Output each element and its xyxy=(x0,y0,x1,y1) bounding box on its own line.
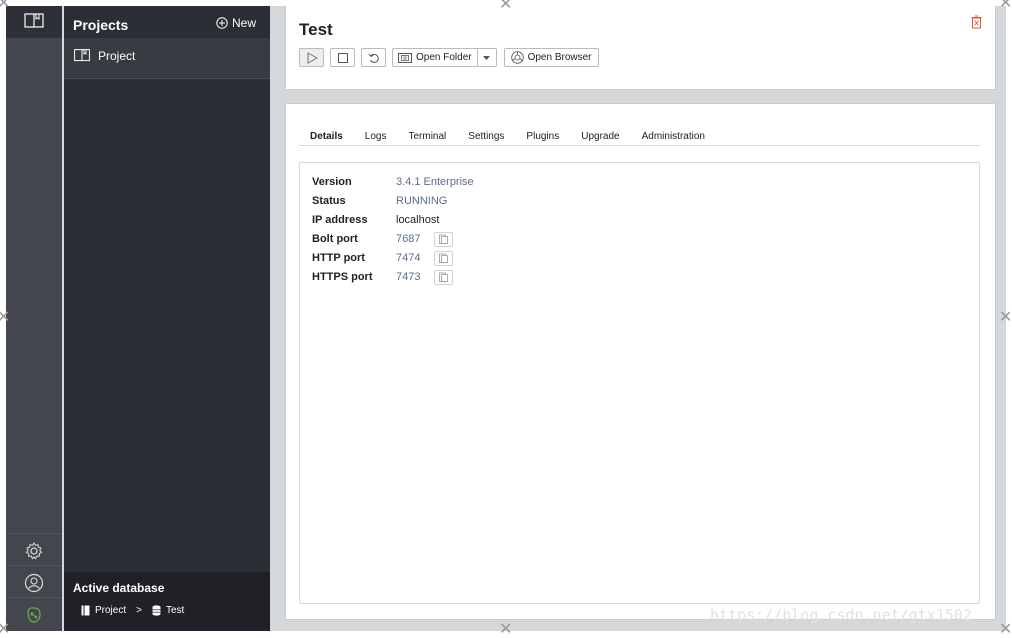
undo-icon xyxy=(368,53,379,63)
detail-row-version: Version 3.4.1 Enterprise xyxy=(312,173,474,191)
crop-mark: ✕ xyxy=(499,621,513,638)
neo4j-logo-icon xyxy=(27,607,41,623)
gear-icon xyxy=(25,542,43,560)
detail-value: 7474 xyxy=(396,252,421,264)
projects-title: Projects xyxy=(73,17,129,33)
crop-mark: ✕ xyxy=(999,309,1012,326)
open-browser-button[interactable]: Open Browser xyxy=(503,48,599,67)
crop-mark: ✕ xyxy=(0,0,11,12)
brand-button[interactable] xyxy=(6,597,62,631)
database-toolbar: Open Folder Open Browser xyxy=(299,48,599,67)
watermark: https://blog.csdn.net/gtx1502 xyxy=(710,606,972,624)
project-item-label: Project xyxy=(98,49,136,63)
breadcrumb-project[interactable]: Project xyxy=(95,605,126,616)
detail-row-ip: IP address localhost xyxy=(312,211,439,229)
detail-key: Bolt port xyxy=(312,233,358,245)
tab-terminal[interactable]: Terminal xyxy=(397,131,457,145)
tab-bar: Details Logs Terminal Settings Plugins U… xyxy=(299,131,980,146)
stop-icon xyxy=(337,52,348,63)
detail-row-bolt-port: Bolt port 7687 xyxy=(312,230,454,248)
breadcrumb: Project > Test xyxy=(81,605,184,616)
projects-rail-button[interactable] xyxy=(6,6,62,38)
new-project-label: New xyxy=(231,16,256,30)
detail-row-https-port: HTTPS port 7473 xyxy=(312,268,454,286)
detail-key: IP address xyxy=(312,214,368,226)
user-icon xyxy=(24,573,44,593)
book-icon xyxy=(24,13,44,28)
copy-button[interactable] xyxy=(434,269,454,285)
detail-value: 3.4.1 Enterprise xyxy=(396,176,474,188)
tab-administration[interactable]: Administration xyxy=(631,131,716,145)
browser-icon xyxy=(510,51,524,64)
crop-mark: ✕ xyxy=(0,309,11,326)
open-folder-button[interactable]: Open Folder xyxy=(392,48,477,67)
account-button[interactable] xyxy=(6,565,62,598)
copy-button[interactable] xyxy=(434,231,454,247)
detail-key: HTTPS port xyxy=(312,271,373,283)
detail-row-status: Status RUNNING xyxy=(312,192,447,210)
clipboard-icon xyxy=(439,234,449,244)
plus-circle-icon xyxy=(216,17,228,29)
crop-mark: ✕ xyxy=(999,621,1012,638)
copy-button[interactable] xyxy=(434,250,454,266)
breadcrumb-database[interactable]: Test xyxy=(166,605,184,616)
database-title: Test xyxy=(299,20,333,39)
detail-value: 7687 xyxy=(396,233,421,245)
icon-rail xyxy=(6,6,62,631)
tab-details[interactable]: Details xyxy=(299,131,354,145)
clipboard-icon xyxy=(439,272,449,282)
details-panel: Version 3.4.1 Enterprise Status RUNNING … xyxy=(299,162,980,604)
open-folder-dropdown[interactable] xyxy=(476,48,497,67)
projects-panel: Projects New Project Active database Pro… xyxy=(64,6,270,631)
database-header-card: Test Open Folder Open Browser xyxy=(285,6,996,90)
open-browser-label: Open Browser xyxy=(527,52,592,63)
new-project-button[interactable]: New xyxy=(216,16,256,30)
tab-settings[interactable]: Settings xyxy=(457,131,515,145)
active-database-title: Active database xyxy=(73,581,165,595)
detail-key: Status xyxy=(312,195,346,207)
play-icon xyxy=(307,51,318,64)
stop-button[interactable] xyxy=(330,48,355,67)
open-folder-label: Open Folder xyxy=(416,52,472,63)
tab-logs[interactable]: Logs xyxy=(354,131,398,145)
tab-plugins[interactable]: Plugins xyxy=(515,131,570,145)
detail-value: 7473 xyxy=(396,271,421,283)
start-button[interactable] xyxy=(299,48,324,67)
detail-value: RUNNING xyxy=(396,195,448,207)
chevron-down-icon xyxy=(483,55,491,60)
book-icon xyxy=(74,49,90,62)
restart-button[interactable] xyxy=(361,48,386,67)
detail-row-http-port: HTTP port 7474 xyxy=(312,249,454,267)
book-small-icon xyxy=(81,605,90,616)
detail-value: localhost xyxy=(396,214,440,226)
app-window: Projects New Project Active database Pro… xyxy=(6,6,1006,631)
database-icon xyxy=(152,605,161,616)
crop-mark: ✕ xyxy=(499,0,513,13)
trash-icon[interactable] xyxy=(971,15,982,29)
project-list-item[interactable]: Project xyxy=(64,38,270,79)
settings-button[interactable] xyxy=(6,533,62,566)
crop-mark: ✕ xyxy=(0,621,11,638)
detail-key: HTTP port xyxy=(312,252,365,264)
folder-icon xyxy=(398,53,412,63)
breadcrumb-separator: > xyxy=(136,605,142,616)
projects-header: Projects New xyxy=(64,6,270,38)
tab-upgrade[interactable]: Upgrade xyxy=(570,131,630,145)
active-database-panel: Active database Project > Test xyxy=(64,572,270,631)
crop-mark: ✕ xyxy=(999,0,1012,12)
clipboard-icon xyxy=(439,253,449,263)
database-detail-card: Details Logs Terminal Settings Plugins U… xyxy=(285,103,996,620)
detail-key: Version xyxy=(312,176,352,188)
